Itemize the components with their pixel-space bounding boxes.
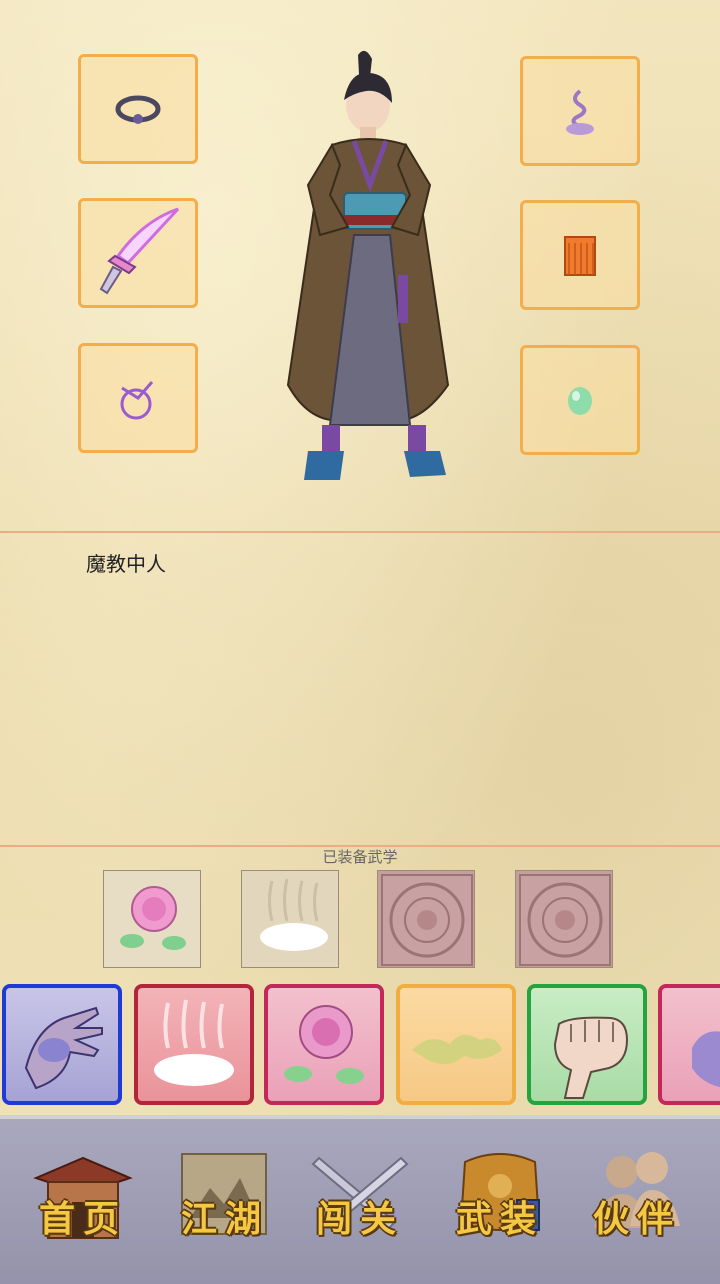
slot-skirt[interactable]	[520, 200, 640, 310]
jade-icon	[568, 387, 592, 415]
equipped-martial-arts-title: 已装备武学	[322, 848, 398, 866]
equipped-slot-1[interactable]	[103, 870, 201, 968]
palm-art-icon	[24, 1006, 103, 1090]
skill-card-hand[interactable]	[658, 984, 720, 1105]
hand-art-icon	[692, 1031, 720, 1088]
slot-accessory[interactable]	[78, 343, 198, 453]
locked-seal-icon	[519, 874, 611, 966]
skill-card-rose[interactable]	[264, 984, 384, 1105]
nav-jianghu-label: 江湖	[180, 1198, 269, 1240]
nav-challenge[interactable]: 闯关	[295, 1138, 425, 1258]
nav-partner-label: 伙伴	[592, 1198, 681, 1240]
slot-ring[interactable]	[78, 54, 198, 164]
character-figure	[286, 50, 450, 480]
nav-challenge-label: 闯关	[315, 1198, 404, 1240]
nav-home[interactable]: 首页	[18, 1138, 148, 1258]
saber-icon	[99, 207, 180, 294]
armor-skirt-icon	[564, 236, 596, 276]
nav-jianghu[interactable]: 江湖	[160, 1138, 290, 1258]
divider-top	[0, 531, 720, 533]
rose-art-icon	[284, 1005, 364, 1084]
nav-gear[interactable]: 武装	[435, 1138, 565, 1258]
equipped-slot-4[interactable]	[515, 870, 613, 968]
slot-hairpin[interactable]	[520, 56, 640, 166]
skill-card-mist[interactable]	[134, 984, 254, 1105]
ring-icon	[115, 95, 161, 124]
equipped-slot-2[interactable]	[241, 870, 339, 968]
hairpin-icon	[566, 89, 594, 135]
nav-partner[interactable]: 伙伴	[572, 1138, 702, 1258]
slot-jade[interactable]	[520, 345, 640, 455]
slot-weapon[interactable]	[78, 198, 198, 308]
mist-art-icon	[154, 999, 234, 1086]
mist-art-icon	[260, 878, 328, 951]
skill-card-fist[interactable]	[527, 984, 647, 1105]
equipped-slot-3[interactable]	[377, 870, 475, 968]
rose-art-icon	[120, 886, 186, 950]
skill-card-palm[interactable]	[2, 984, 122, 1105]
nav-home-label: 首页	[38, 1198, 127, 1240]
leaf-art-icon	[412, 1034, 502, 1065]
fist-art-icon	[553, 1016, 629, 1099]
nav-gear-label: 武装	[455, 1198, 544, 1240]
character-description: 魔教中人	[86, 552, 166, 576]
locked-seal-icon	[381, 874, 473, 966]
skill-card-leaf[interactable]	[396, 984, 516, 1105]
charm-icon	[120, 381, 154, 420]
